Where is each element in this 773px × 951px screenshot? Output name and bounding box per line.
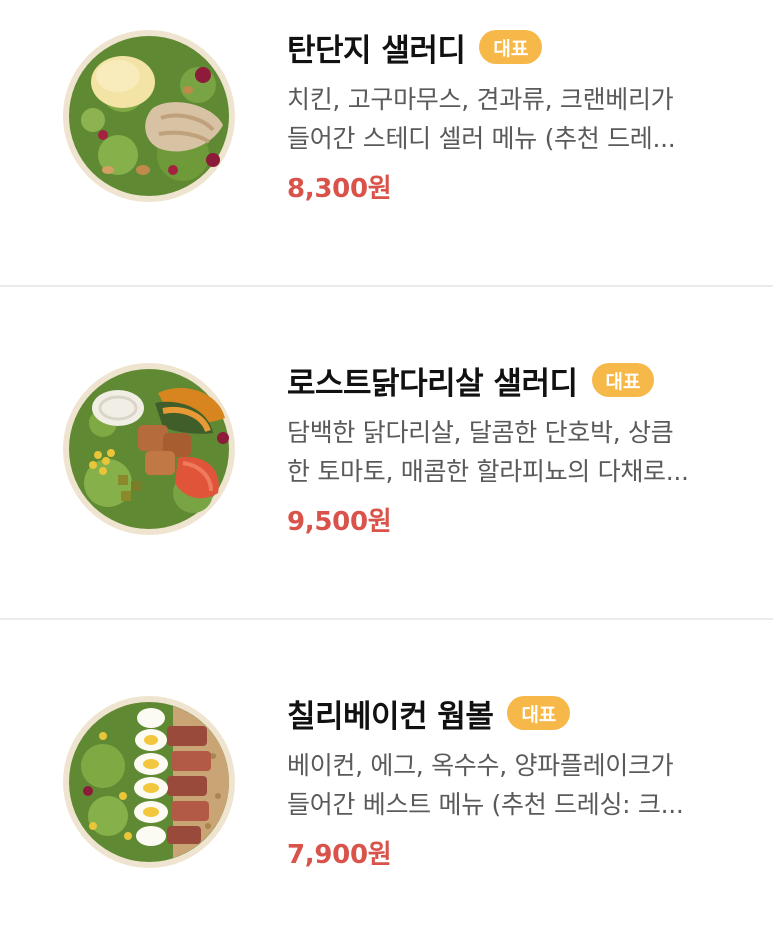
menu-item-price: 7,900원 xyxy=(287,840,392,870)
menu-item-info: 로스트닭다리살 샐러디 대표 담백한 닭다리살, 달콤한 단호박, 상큼 한 토… xyxy=(287,357,757,538)
menu-item-info: 탄단지 샐러디 대표 치킨, 고구마무스, 견과류, 크랜베리가 들어간 스테디… xyxy=(287,24,757,205)
signature-badge: 대표 xyxy=(479,30,543,64)
description-line: 한 토마토, 매콤한 할라피뇨의 다채로... xyxy=(287,457,689,486)
menu-item-price: 9,500원 xyxy=(287,507,392,537)
menu-item-description: 치킨, 고구마무스, 견과류, 크랜베리가 들어간 스테디 셀러 메뉴 (추천 … xyxy=(287,80,757,158)
salad-bowl-chicken-sweet-potato-image xyxy=(63,30,235,202)
menu-item-chili-bacon-warm-bowl[interactable]: 칠리베이컨 웜볼 대표 베이컨, 에그, 옥수수, 양파플레이크가 들어간 베스… xyxy=(0,666,773,951)
menu-list: 탄단지 샐러디 대표 치킨, 고구마무스, 견과류, 크랜베리가 들어간 스테디… xyxy=(0,0,773,930)
salad-bowl-roast-chicken-thigh-image xyxy=(63,363,235,535)
description-line: 들어간 스테디 셀러 메뉴 (추천 드레... xyxy=(287,124,676,153)
title-row: 로스트닭다리살 샐러디 대표 xyxy=(287,357,757,403)
divider xyxy=(0,618,773,620)
signature-badge: 대표 xyxy=(591,363,655,397)
menu-item-tandanji-saladay[interactable]: 탄단지 샐러디 대표 치킨, 고구마무스, 견과류, 크랜베리가 들어간 스테디… xyxy=(0,0,773,285)
warm-bowl-bacon-egg-image xyxy=(63,696,235,868)
signature-badge: 대표 xyxy=(507,696,571,730)
menu-item-title: 칠리베이컨 웜볼 xyxy=(287,698,494,735)
menu-item-description: 베이컨, 에그, 옥수수, 양파플레이크가 들어간 베스트 메뉴 (추천 드레싱… xyxy=(287,746,757,824)
description-line: 베이컨, 에그, 옥수수, 양파플레이크가 xyxy=(287,751,674,780)
menu-item-description: 담백한 닭다리살, 달콤한 단호박, 상큼 한 토마토, 매콤한 할라피뇨의 다… xyxy=(287,413,757,491)
menu-item-title: 로스트닭다리살 샐러디 xyxy=(287,365,578,402)
description-line: 담백한 닭다리살, 달콤한 단호박, 상큼 xyxy=(287,418,674,447)
title-row: 탄단지 샐러디 대표 xyxy=(287,24,757,70)
menu-item-title: 탄단지 샐러디 xyxy=(287,32,466,69)
menu-item-roast-chicken-thigh-saladay[interactable]: 로스트닭다리살 샐러디 대표 담백한 닭다리살, 달콤한 단호박, 상큼 한 토… xyxy=(0,333,773,618)
description-line: 치킨, 고구마무스, 견과류, 크랜베리가 xyxy=(287,85,674,114)
menu-item-info: 칠리베이컨 웜볼 대표 베이컨, 에그, 옥수수, 양파플레이크가 들어간 베스… xyxy=(287,690,757,871)
menu-item-price: 8,300원 xyxy=(287,174,392,204)
title-row: 칠리베이컨 웜볼 대표 xyxy=(287,690,757,736)
description-line: 들어간 베스트 메뉴 (추천 드레싱: 크... xyxy=(287,790,684,819)
divider xyxy=(0,285,773,287)
